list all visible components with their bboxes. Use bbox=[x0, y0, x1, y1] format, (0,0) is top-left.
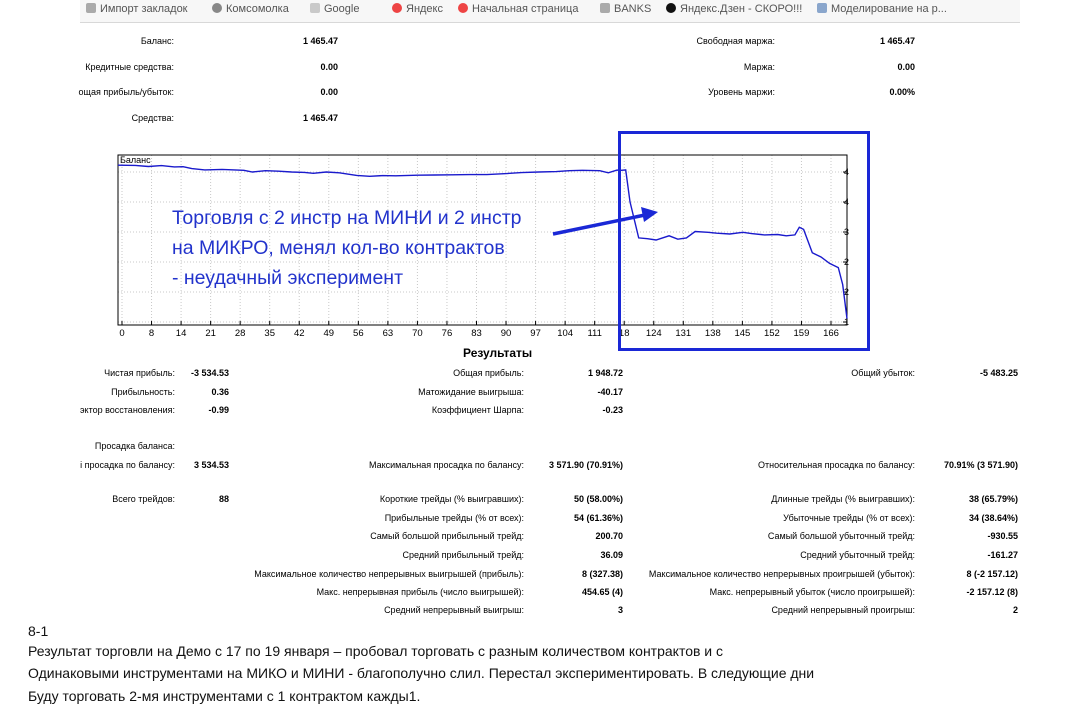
short-trades-value: 50 (58.00%) bbox=[573, 494, 623, 504]
annotation-arrow bbox=[552, 207, 658, 236]
avg-loss-label: Средний убыточный трейд: bbox=[800, 550, 915, 560]
avg-cons-losses-value: 2 bbox=[1012, 605, 1018, 615]
max-cons-loss-value: -2 157.12 (8) bbox=[966, 587, 1018, 597]
total-trades-label: Всего трейдов: bbox=[112, 494, 175, 504]
max-cons-loss-label: Макс. непрерывный убыток (число проигрыш… bbox=[709, 587, 915, 597]
max-drawdown-label: Максимальная просадка по балансу: bbox=[369, 460, 524, 470]
arrow-head bbox=[641, 207, 658, 222]
recovery-factor-value: -0.99 bbox=[208, 405, 229, 415]
sharpe-label: Коэффициент Шарпа: bbox=[431, 405, 524, 415]
abs-drawdown-value: 3 534.53 bbox=[193, 460, 229, 470]
profit-factor-label: Прибыльность: bbox=[111, 387, 175, 397]
max-cons-wins-label: Максимальное количество непрерывных выиг… bbox=[254, 569, 524, 579]
avg-profit-value: 36.09 bbox=[600, 550, 623, 560]
loss-trades-value: 34 (38.64%) bbox=[968, 513, 1018, 523]
gross-loss-label: Общий убыток: bbox=[851, 368, 915, 378]
max-cons-profit-value: 454.65 (4) bbox=[581, 587, 623, 597]
sharpe-value: -0.23 bbox=[602, 405, 623, 415]
avg-profit-label: Средний прибыльный трейд: bbox=[402, 550, 524, 560]
max-drawdown-value: 3 571.90 (70.91%) bbox=[548, 460, 623, 470]
gross-profit-label: Общая прибыль: bbox=[453, 368, 524, 378]
profit-trades-label: Прибыльные трейды (% от всех): bbox=[384, 513, 524, 523]
rel-drawdown-label: Относительная просадка по балансу: bbox=[758, 460, 915, 470]
arrow-shaft bbox=[552, 213, 646, 236]
largest-loss-label: Самый большой убыточный трейд: bbox=[767, 531, 915, 541]
profit-factor-value: 0.36 bbox=[211, 387, 229, 397]
largest-profit-label: Самый большой прибыльный трейд: bbox=[370, 531, 524, 541]
max-cons-profit-label: Макс. непрерывная прибыль (число выигрыш… bbox=[316, 587, 524, 597]
largest-loss-value: -930.55 bbox=[987, 531, 1018, 541]
total-trades-value: 88 bbox=[218, 494, 229, 504]
avg-cons-wins-label: Средний непрерывный выигрыш: bbox=[384, 605, 524, 615]
gross-profit-value: 1 948.72 bbox=[587, 368, 623, 378]
net-profit-value: -3 534.53 bbox=[190, 368, 229, 378]
rel-drawdown-value: 70.91% (3 571.90) bbox=[943, 460, 1018, 470]
expected-payoff-label: Матожидание выигрыша: bbox=[418, 387, 524, 397]
results-title: Результаты bbox=[463, 346, 533, 360]
notes-heading: 8-1 bbox=[28, 623, 49, 639]
loss-trades-label: Убыточные трейды (% от всех): bbox=[783, 513, 915, 523]
largest-profit-value: 200.70 bbox=[595, 531, 623, 541]
net-profit-label: Чистая прибыль: bbox=[104, 368, 175, 378]
avg-loss-value: -161.27 bbox=[987, 550, 1018, 560]
notes-line-3: Буду торговать 2-мя инструментами с 1 ко… bbox=[28, 688, 421, 704]
gross-loss-value: -5 483.25 bbox=[979, 368, 1018, 378]
max-cons-losses-value: 8 (-2 157.12) bbox=[966, 569, 1018, 579]
drawdown-label: Просадка баланса: bbox=[94, 441, 175, 451]
expected-payoff-value: -40.17 bbox=[597, 387, 623, 397]
abs-drawdown-label: і просадка по балансу: bbox=[80, 460, 175, 470]
avg-cons-losses-label: Средний непрерывный проигрыш: bbox=[771, 605, 915, 615]
max-cons-losses-label: Максимальное количество непрерывных прои… bbox=[648, 569, 915, 579]
notes-line-1: Результат торговли на Демо с 17 по 19 ян… bbox=[28, 643, 724, 659]
long-trades-label: Длинные трейды (% выигравших): bbox=[771, 494, 915, 504]
long-trades-value: 38 (65.79%) bbox=[968, 494, 1018, 504]
notes-line-2: Одинаковыми инструментами на МИКО и МИНИ… bbox=[28, 665, 815, 681]
short-trades-label: Короткие трейды (% выигравших): bbox=[379, 494, 524, 504]
max-cons-wins-value: 8 (327.38) bbox=[581, 569, 623, 579]
profit-trades-value: 54 (61.36%) bbox=[573, 513, 623, 523]
recovery-factor-label: эктор восстановления: bbox=[79, 405, 175, 415]
avg-cons-wins-value: 3 bbox=[617, 605, 623, 615]
